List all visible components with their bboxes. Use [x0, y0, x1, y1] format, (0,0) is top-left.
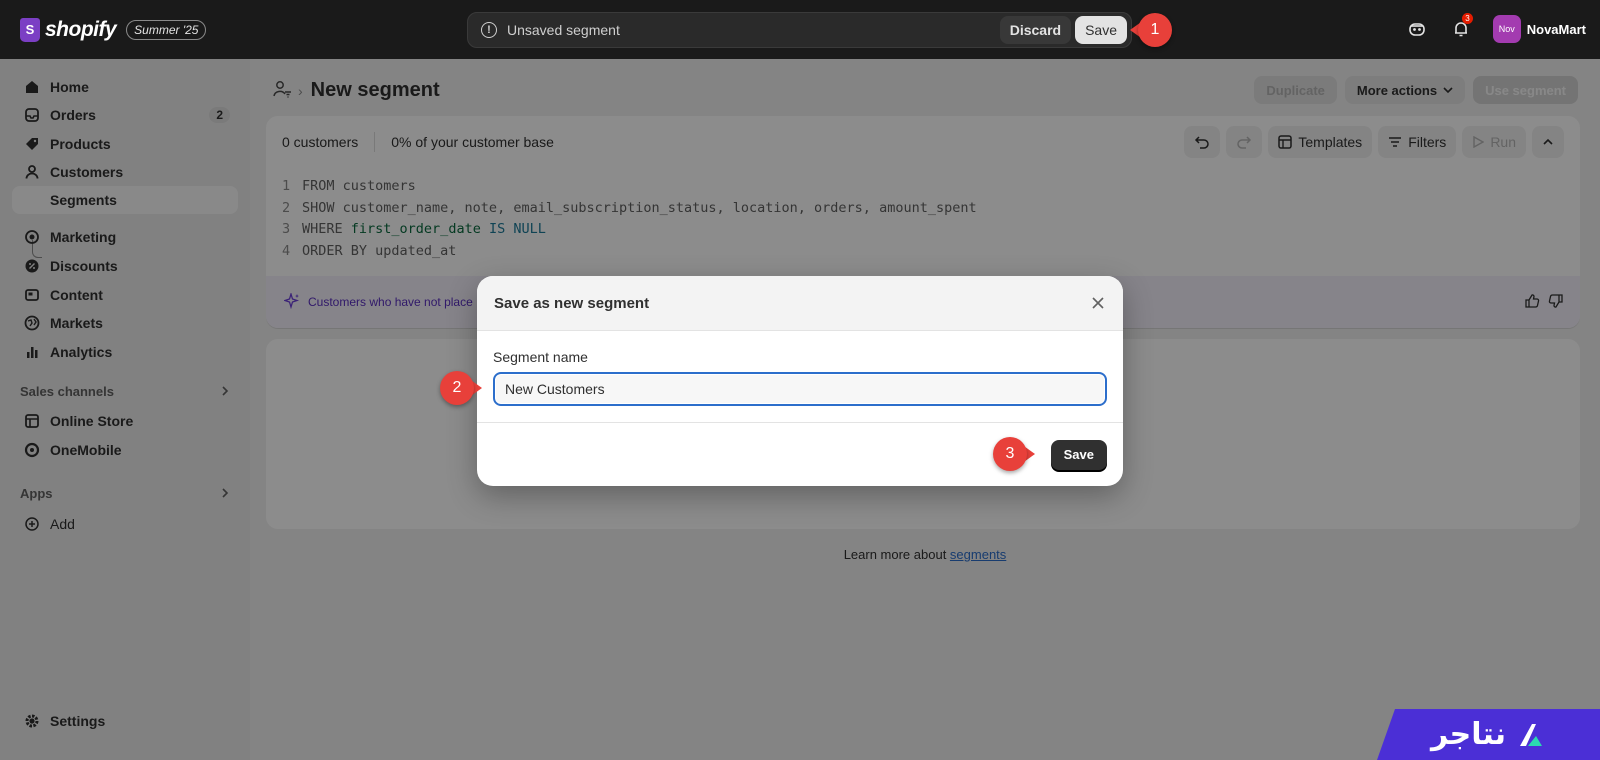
step-marker-3: 3: [993, 436, 1035, 472]
dialog-body: Segment name: [477, 331, 1123, 423]
marker-number: 3: [993, 437, 1027, 471]
contextual-save-bar: ! Unsaved segment Discard Save: [467, 12, 1132, 48]
sidekick-icon[interactable]: [1403, 15, 1431, 43]
discard-button[interactable]: Discard: [999, 16, 1072, 44]
marker-number: 1: [1138, 13, 1172, 47]
warning-icon: !: [481, 22, 497, 38]
unsaved-label: Unsaved segment: [507, 22, 620, 38]
close-icon[interactable]: [1091, 296, 1105, 310]
top-bar: S shopify Summer '25 ! Unsaved segment D…: [0, 0, 1600, 59]
watermark-mark-icon: [1516, 720, 1546, 750]
topbar-save-button[interactable]: Save: [1075, 16, 1127, 44]
notification-badge: 3: [1462, 13, 1473, 24]
dialog-header: Save as new segment: [477, 276, 1123, 331]
dialog-save-button[interactable]: Save: [1050, 439, 1107, 470]
watermark-text: نتاجر: [1430, 717, 1507, 752]
shopify-bag-icon: S: [20, 17, 40, 42]
watermark-logo: نتاجر: [1377, 709, 1600, 760]
step-marker-1: 1: [1130, 12, 1172, 48]
store-name[interactable]: NovaMart: [1527, 22, 1586, 37]
bell-icon[interactable]: 3: [1447, 13, 1475, 43]
top-right-controls: 3 Nov NovaMart: [1387, 13, 1586, 43]
edition-badge[interactable]: Summer '25: [126, 19, 207, 40]
shopify-logo[interactable]: S shopify Summer '25: [20, 17, 207, 42]
marker-number: 2: [440, 371, 474, 405]
dialog-title: Save as new segment: [494, 294, 650, 312]
store-avatar[interactable]: Nov: [1492, 15, 1521, 43]
segment-name-input[interactable]: [493, 372, 1107, 406]
brand-name: shopify: [45, 17, 117, 41]
step-marker-2: 2: [440, 370, 482, 406]
segment-name-label: Segment name: [493, 349, 588, 365]
